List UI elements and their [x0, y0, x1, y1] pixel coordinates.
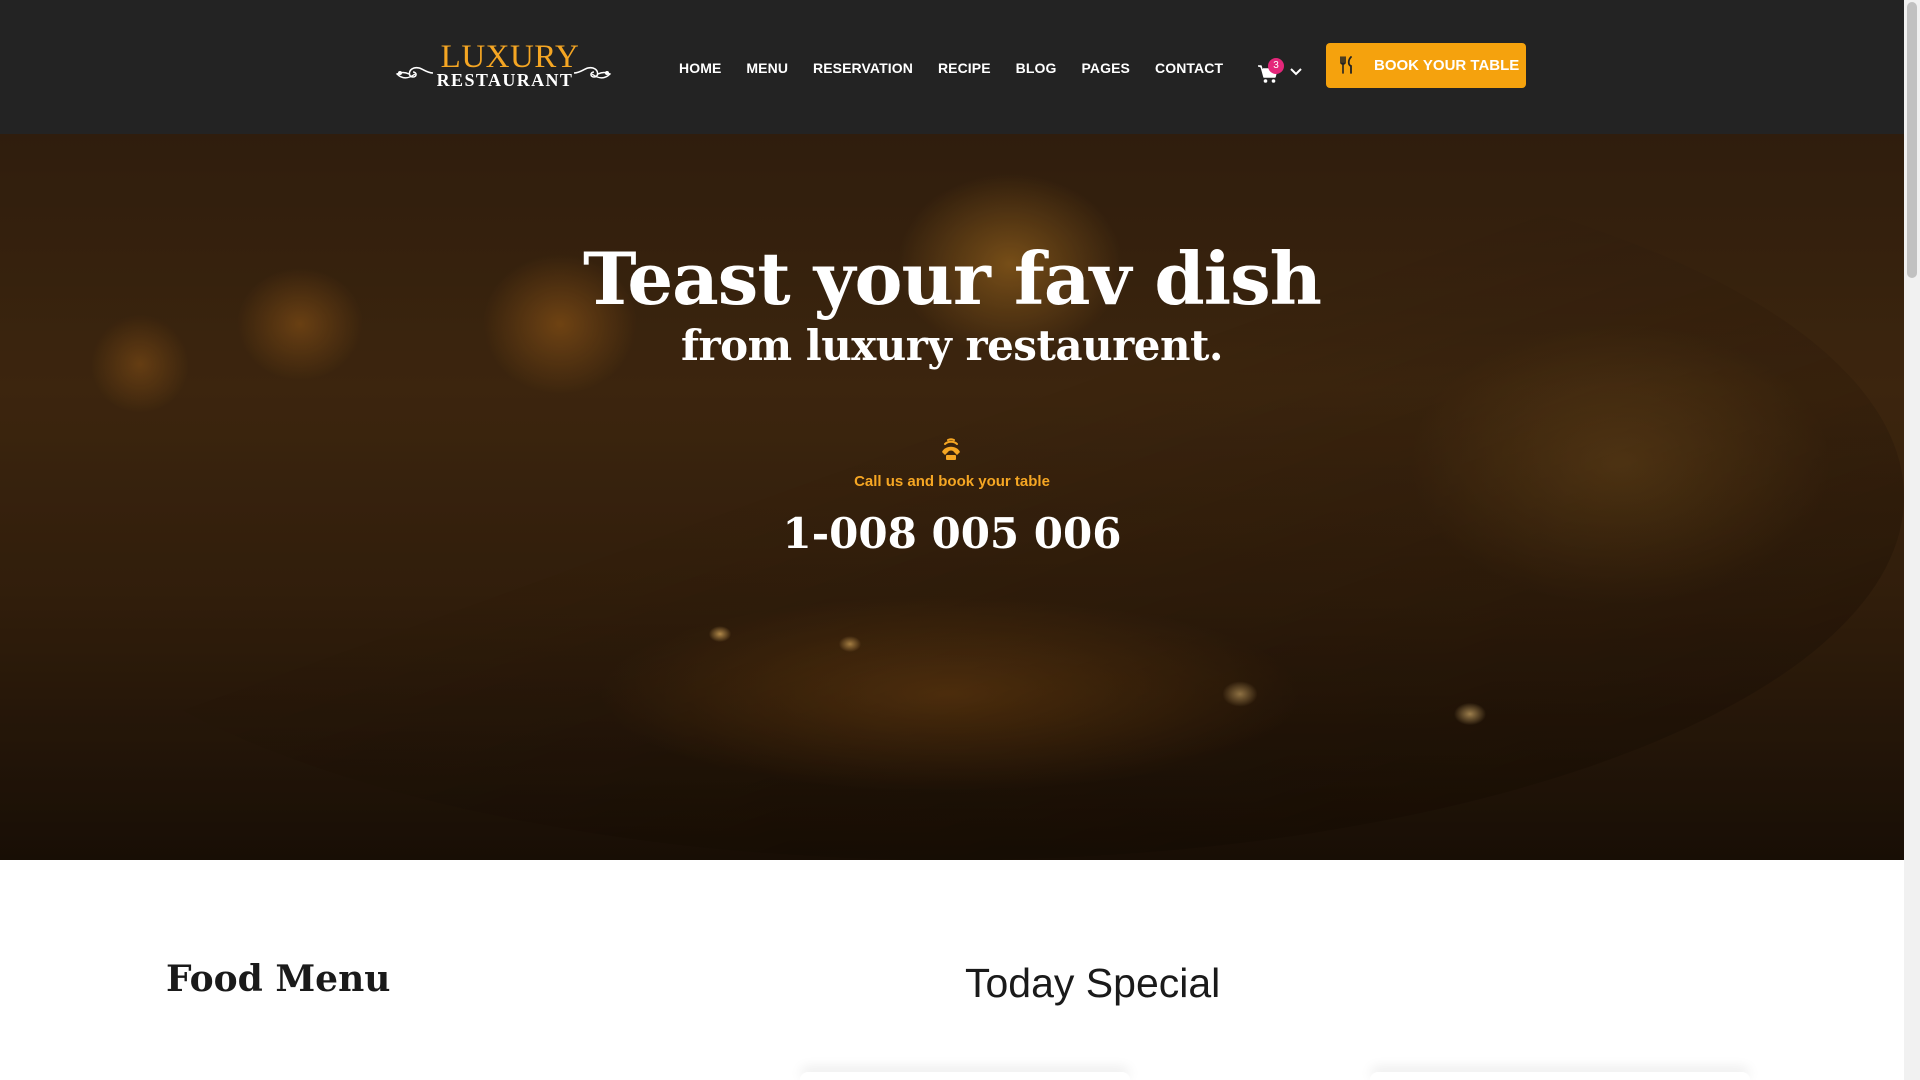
phone-number[interactable]: 1-008 005 006 — [0, 506, 1904, 562]
call-us-text: Call us and book your table — [854, 473, 1050, 490]
logo-text-luxury: LUXURY — [440, 39, 580, 75]
special-card-top — [800, 1072, 1130, 1080]
hero-title: Teast your fav dish — [583, 236, 1322, 321]
site-header: LUXURY RESTAURANT HOME MENU RESERVATION … — [0, 0, 1904, 134]
nav-item-reservation[interactable]: RESERVATION — [813, 58, 913, 78]
special-card-top — [1370, 1072, 1750, 1080]
scrollbar-thumb[interactable] — [1907, 2, 1917, 278]
page-scrollbar[interactable] — [1904, 0, 1920, 1080]
nav-item-menu[interactable]: MENU — [746, 58, 788, 78]
fork-knife-icon — [1340, 56, 1352, 74]
nav-item-blog[interactable]: BLOG — [1016, 58, 1057, 78]
nav-item-home[interactable]: HOME — [679, 58, 721, 78]
logo[interactable]: LUXURY RESTAURANT — [395, 39, 612, 96]
hero-subtitle: from luxury restaurent. — [680, 321, 1224, 370]
cart-button[interactable]: 3 — [1257, 58, 1305, 88]
logo-flourish-right-icon — [573, 66, 612, 79]
hero-section: Teast your fav dish from luxury restaure… — [0, 134, 1904, 860]
chevron-down-icon — [1290, 68, 1302, 76]
logo-text-restaurant: RESTAURANT — [436, 70, 574, 90]
main-nav: HOME MENU RESERVATION RECIPE BLOG PAGES … — [679, 58, 1248, 78]
book-table-button[interactable]: BOOK YOUR TABLE — [1326, 43, 1526, 88]
nav-item-recipe[interactable]: RECIPE — [938, 58, 991, 78]
phone-ringing-icon — [942, 438, 960, 460]
nav-item-pages[interactable]: PAGES — [1082, 58, 1130, 78]
food-menu-heading: Food Menu — [166, 958, 391, 1000]
logo-flourish-left-icon — [395, 66, 434, 79]
today-special-heading: Today Special — [965, 960, 1221, 1006]
book-table-label: BOOK YOUR TABLE — [1374, 57, 1520, 74]
cart-count-badge: 3 — [1268, 58, 1284, 74]
nav-item-contact[interactable]: CONTACT — [1155, 58, 1223, 78]
